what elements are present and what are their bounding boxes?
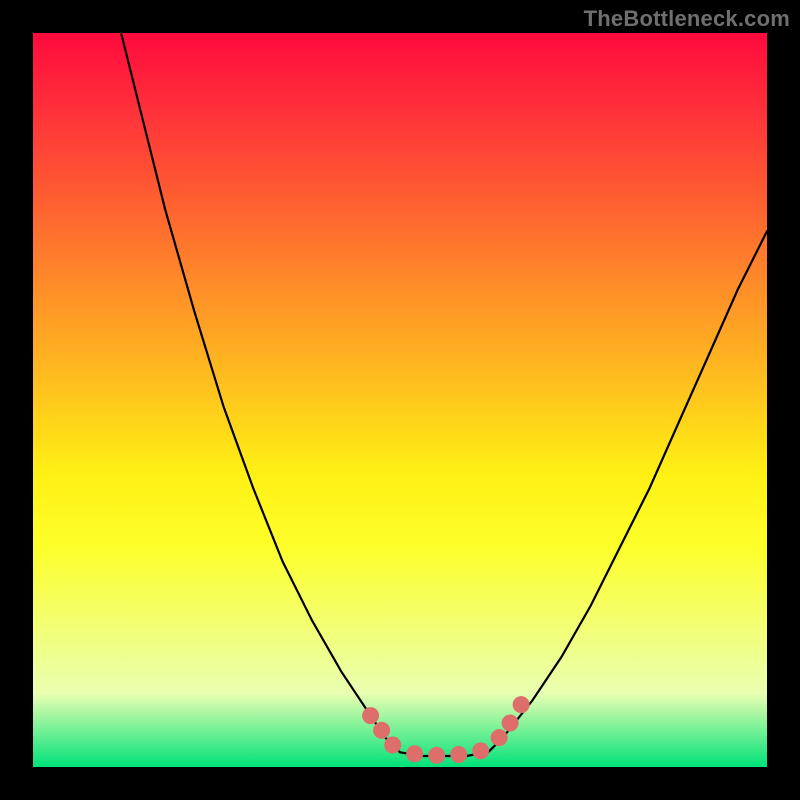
highlight-dot xyxy=(513,696,530,713)
watermark-text: TheBottleneck.com xyxy=(584,6,790,32)
highlight-dot xyxy=(491,729,508,746)
plot-area xyxy=(33,33,767,767)
marker-group xyxy=(362,696,529,764)
highlight-dot xyxy=(373,722,390,739)
curve-group xyxy=(121,33,767,756)
highlight-dot xyxy=(428,747,445,764)
highlight-dot xyxy=(450,746,467,763)
chart-frame: TheBottleneck.com xyxy=(0,0,800,800)
highlight-dot xyxy=(384,737,401,754)
chart-svg xyxy=(33,33,767,767)
highlight-dot xyxy=(502,715,519,732)
right-branch-curve xyxy=(488,231,767,752)
highlight-dot xyxy=(362,707,379,724)
highlight-dot xyxy=(406,745,423,762)
left-branch-curve xyxy=(121,33,400,752)
highlight-dot xyxy=(472,742,489,759)
